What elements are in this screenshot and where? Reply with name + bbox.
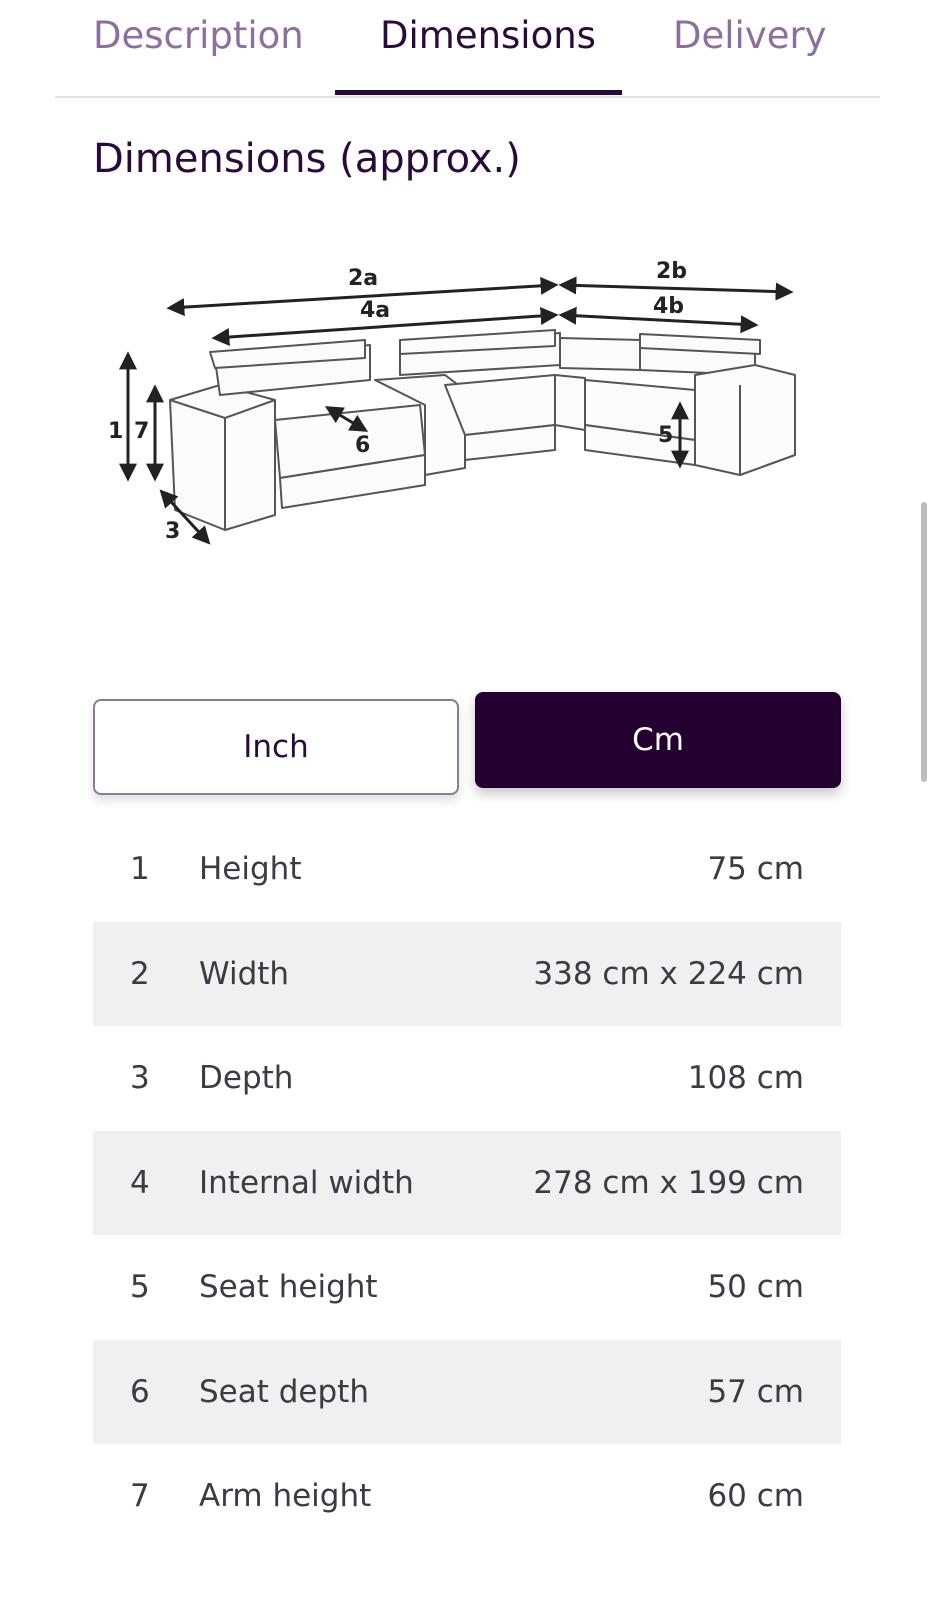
diagram-label-7: 7 bbox=[134, 419, 149, 444]
table-row: 3 Depth 108 cm bbox=[93, 1026, 841, 1131]
row-number: 1 bbox=[130, 851, 150, 888]
inch-unit-button[interactable]: Inch bbox=[93, 699, 459, 795]
row-value: 278 cm x 199 cm bbox=[533, 1164, 804, 1201]
tab-dimensions[interactable]: Dimensions bbox=[380, 14, 596, 57]
table-row: 5 Seat height 50 cm bbox=[93, 1235, 841, 1340]
diagram-label-4b: 4b bbox=[653, 294, 684, 319]
row-label: Internal width bbox=[199, 1164, 414, 1201]
row-value: 50 cm bbox=[707, 1269, 804, 1306]
row-value: 75 cm bbox=[707, 851, 804, 888]
tab-description[interactable]: Description bbox=[93, 14, 304, 57]
row-value: 60 cm bbox=[707, 1478, 804, 1515]
table-row: 7 Arm height 60 cm bbox=[93, 1444, 841, 1549]
row-number: 7 bbox=[130, 1478, 150, 1515]
scrollbar[interactable] bbox=[921, 502, 927, 782]
row-label: Height bbox=[199, 851, 302, 888]
row-number: 5 bbox=[130, 1269, 150, 1306]
cm-unit-button[interactable]: Cm bbox=[475, 692, 841, 788]
row-label: Seat height bbox=[199, 1269, 378, 1306]
table-row: 1 Height 75 cm bbox=[93, 817, 841, 922]
tab-bar: Description Dimensions Delivery bbox=[55, 0, 880, 98]
row-label: Seat depth bbox=[199, 1373, 369, 1410]
diagram-label-2b: 2b bbox=[656, 259, 687, 284]
diagram-label-2a: 2a bbox=[348, 266, 378, 291]
section-title: Dimensions (approx.) bbox=[93, 136, 521, 182]
diagram-label-4a: 4a bbox=[360, 298, 390, 323]
diagram-label-3: 3 bbox=[165, 519, 180, 544]
table-row: 4 Internal width 278 cm x 199 cm bbox=[93, 1130, 841, 1235]
row-number: 2 bbox=[130, 955, 150, 992]
row-label: Arm height bbox=[199, 1478, 372, 1515]
table-row: 2 Width 338 cm x 224 cm bbox=[93, 921, 841, 1026]
row-value: 338 cm x 224 cm bbox=[533, 955, 804, 992]
diagram-label-1: 1 bbox=[108, 419, 123, 444]
table-row: 6 Seat depth 57 cm bbox=[93, 1339, 841, 1444]
diagram-label-6: 6 bbox=[355, 433, 370, 458]
row-number: 3 bbox=[130, 1060, 150, 1097]
row-label: Width bbox=[199, 955, 290, 992]
row-number: 4 bbox=[130, 1164, 150, 1201]
row-value: 57 cm bbox=[707, 1373, 804, 1410]
active-tab-indicator bbox=[335, 90, 622, 95]
sofa-dimension-diagram: 2a 4a 2b 4b 1 7 3 6 5 bbox=[108, 259, 796, 545]
row-value: 108 cm bbox=[687, 1060, 804, 1097]
row-label: Depth bbox=[199, 1060, 294, 1097]
tab-delivery[interactable]: Delivery bbox=[673, 14, 827, 57]
diagram-label-5: 5 bbox=[658, 423, 673, 448]
dimensions-table: 1 Height 75 cm 2 Width 338 cm x 224 cm 3… bbox=[93, 817, 841, 1549]
row-number: 6 bbox=[130, 1373, 150, 1410]
